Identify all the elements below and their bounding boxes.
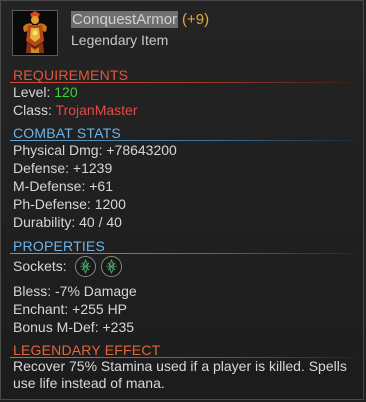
properties-heading: PROPERTIES (13, 238, 105, 254)
tooltip-header: ConquestArmor (+9) Legendary Item (1, 1, 363, 65)
legendary-effect-heading: LEGENDARY EFFECT (13, 342, 161, 358)
level-label: Level: (13, 84, 51, 100)
empty-socket-icon[interactable] (75, 256, 96, 277)
item-name: ConquestArmor (71, 11, 179, 28)
durability-stat: Durability: 40 / 40 (13, 214, 122, 230)
item-rarity: Legendary Item (71, 32, 169, 48)
bonus-mdef-property: Bonus M-Def: +235 (13, 319, 135, 335)
physical-damage-stat: Physical Dmg: +78643200 (13, 142, 177, 158)
defense-stat: Defense: +1239 (13, 160, 113, 176)
level-value: 120 (54, 84, 78, 100)
item-plus-level: (+9) (182, 11, 210, 28)
legendary-effect-line-1: Recover 75% Stamina used if a player is … (13, 358, 347, 374)
enchant-property: Enchant: +255 HP (13, 301, 128, 317)
combat-stats-heading: COMBAT STATS (13, 125, 121, 141)
combat-stats-divider (10, 140, 356, 141)
properties-divider (10, 253, 356, 254)
magic-defense-stat: M-Defense: +61 (13, 178, 113, 194)
class-requirement: Class: TrojanMaster (13, 102, 138, 118)
class-value: TrojanMaster (55, 102, 138, 118)
bless-property: Bless: -7% Damage (13, 283, 137, 299)
legendary-effect-line-2: use life instead of mana. (13, 375, 165, 391)
requirements-heading: REQUIREMENTS (13, 67, 129, 83)
empty-socket-icon[interactable] (101, 256, 122, 277)
requirements-divider (10, 82, 356, 83)
item-tooltip: ConquestArmor (+9) Legendary Item REQUIRE… (0, 0, 364, 400)
ph-defense-stat: Ph-Defense: 1200 (13, 196, 126, 212)
class-label: Class: (13, 102, 52, 118)
item-title: ConquestArmor (+9) (71, 11, 209, 28)
armor-item-icon (12, 10, 58, 56)
sockets-label: Sockets: (13, 258, 67, 274)
level-requirement: Level: 120 (13, 84, 78, 100)
legendary-effect-text: Recover 75% Stamina used if a player is … (13, 358, 359, 392)
